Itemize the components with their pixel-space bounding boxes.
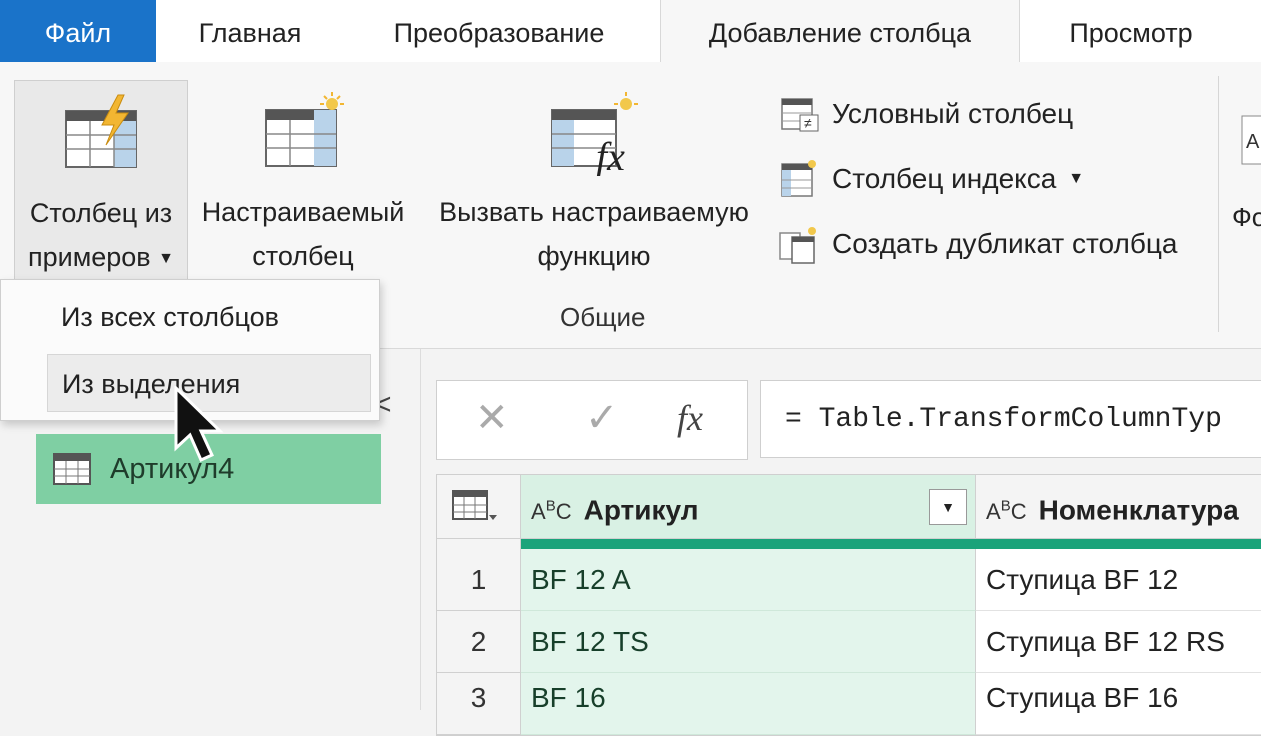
text-type-icon[interactable]: ABC: [531, 498, 572, 524]
index-column-label: Столбец индекса: [832, 163, 1057, 194]
svg-text:fx: fx: [596, 134, 625, 176]
table-cell[interactable]: Ступица BF 16: [976, 673, 1261, 735]
duplicate-column-button[interactable]: Создать дубликат столбца: [778, 222, 1177, 266]
column-from-examples-button[interactable]: Столбец из примеров ▼: [14, 80, 188, 280]
svg-text:A: A: [1246, 131, 1260, 153]
table-cell[interactable]: BF 16: [521, 673, 976, 735]
next-group-label: Фо: [1232, 202, 1261, 232]
tab-view[interactable]: Просмотр: [1045, 0, 1217, 62]
conditional-column-button[interactable]: ≠ Условный столбец: [778, 92, 1073, 136]
invoke-custom-function-button[interactable]: fx Вызвать настраиваемую функцию: [424, 80, 764, 278]
duplicate-column-label: Создать дубликат столбца: [832, 228, 1178, 259]
column-quality-bar: [521, 539, 1261, 549]
custom-column-label-2: столбец: [252, 241, 354, 271]
group-label-general: Общие: [560, 302, 646, 332]
invoke-function-label-1: Вызвать настраиваемую: [439, 197, 749, 227]
quality-bar-gutter: [437, 539, 521, 549]
table-cell[interactable]: Ступица BF 12 RS: [976, 611, 1261, 673]
table-cell[interactable]: BF 12 A: [521, 549, 976, 611]
tab-file[interactable]: Файл: [0, 0, 156, 62]
confirm-icon[interactable]: ✓: [585, 395, 619, 441]
duplicate-column-icon: [779, 227, 816, 264]
column-from-examples-label-2-wrap: примеров ▼: [15, 235, 187, 281]
table-menu-icon: [452, 490, 497, 520]
invoke-function-icon: fx: [551, 92, 638, 176]
table-cell[interactable]: BF 12 TS: [521, 611, 976, 673]
formula-controls: ✕ ✓ fx: [436, 380, 748, 460]
custom-column-icon: [265, 92, 344, 167]
ribbon-tab-bar: Файл Главная Преобразование Добавление с…: [0, 0, 1261, 63]
menu-item-from-all-columns[interactable]: Из всех столбцов: [47, 288, 371, 346]
tab-home[interactable]: Главная: [170, 0, 330, 62]
group-separator: [1218, 76, 1219, 332]
row-number[interactable]: 2: [437, 611, 521, 673]
index-column-button[interactable]: Столбец индекса ▼: [778, 157, 1084, 201]
column-header-label: Артикул: [583, 494, 699, 526]
text-type-icon[interactable]: ABC: [986, 498, 1027, 524]
column-header-label: Номенклатура: [1038, 494, 1239, 526]
tab-add-column[interactable]: Добавление столбца: [660, 0, 1020, 63]
table-cell[interactable]: Ступица BF 12: [976, 549, 1261, 611]
column-from-examples-icon: [65, 94, 137, 168]
column-header-nomenclature[interactable]: ABC Номенклатура: [976, 475, 1261, 539]
invoke-function-label-2: функцию: [537, 241, 651, 271]
index-column-icon: [781, 160, 816, 197]
table-menu-button[interactable]: [437, 475, 521, 539]
column-from-examples-label-1: Столбец из: [29, 198, 173, 228]
mouse-cursor-icon: [174, 386, 224, 462]
column-from-examples-label-2: примеров: [27, 242, 151, 272]
custom-column-button[interactable]: Настраиваемый столбец: [190, 80, 416, 278]
svg-text:≠: ≠: [804, 115, 812, 131]
formula-input[interactable]: = Table.TransformColumnTyp: [760, 380, 1261, 458]
data-grid: ABC Артикул ▼ ABC Номенклатура 1 BF 12 A С…: [436, 474, 1261, 736]
table-icon: [53, 453, 91, 485]
tab-transform[interactable]: Преобразование: [368, 0, 630, 62]
conditional-column-label: Условный столбец: [832, 98, 1074, 129]
column-header-article[interactable]: ABC Артикул ▼: [521, 475, 976, 539]
cancel-icon[interactable]: ✕: [475, 395, 509, 441]
fx-icon[interactable]: fx: [677, 397, 703, 439]
filter-dropdown-icon[interactable]: ▼: [929, 489, 967, 525]
custom-column-label-1: Настраиваемый: [201, 197, 405, 227]
conditional-column-icon: ≠: [781, 98, 819, 132]
next-group-icon[interactable]: A: [1240, 112, 1261, 173]
index-column-dropdown-icon[interactable]: ▼: [1068, 170, 1084, 188]
row-number[interactable]: 3: [437, 673, 521, 735]
next-group-icon-shape: A: [1241, 115, 1261, 165]
dropdown-arrow-icon[interactable]: ▼: [158, 250, 174, 267]
row-number[interactable]: 1: [437, 549, 521, 611]
